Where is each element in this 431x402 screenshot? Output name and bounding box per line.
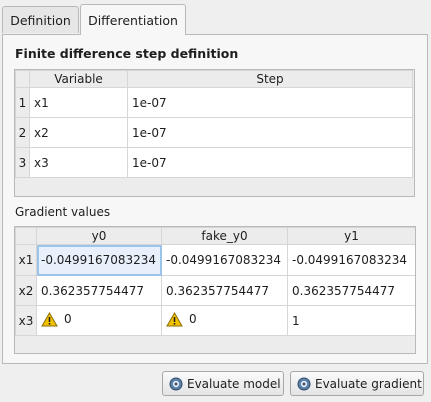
gradient-cell[interactable]: 0.362357754477: [161, 275, 288, 306]
row-header[interactable]: x3: [15, 305, 37, 336]
variable-cell[interactable]: x1: [29, 87, 128, 118]
tab-differentiation[interactable]: Differentiation: [80, 4, 186, 35]
column-header-y1[interactable]: y1: [287, 227, 415, 245]
evaluate-icon: [297, 377, 311, 390]
gradient-cell[interactable]: 1: [287, 305, 415, 336]
warning-icon: [166, 311, 183, 326]
variable-cell[interactable]: x2: [29, 117, 128, 148]
row-header[interactable]: x1: [15, 244, 37, 276]
row-header[interactable]: 3: [15, 147, 30, 178]
differentiation-panel: Finite difference step definition Variab…: [2, 34, 428, 364]
evaluate-icon: [169, 377, 183, 390]
row-header[interactable]: 2: [15, 117, 30, 148]
gradient-cell[interactable]: 0: [36, 305, 162, 336]
gradient-value: 0: [189, 312, 197, 326]
step-cell[interactable]: 1e-07: [127, 147, 413, 178]
step-cell[interactable]: 1e-07: [127, 87, 413, 118]
variable-cell[interactable]: x3: [29, 147, 128, 178]
row-header[interactable]: 1: [15, 87, 30, 118]
gradient-cell[interactable]: 0: [161, 305, 288, 336]
evaluate-model-label: Evaluate model: [187, 376, 281, 391]
gradient-cell[interactable]: 0.362357754477: [36, 275, 162, 306]
tab-definition[interactable]: Definition: [2, 6, 79, 33]
step-cell[interactable]: 1e-07: [127, 117, 413, 148]
gradient-table: y0 fake_y0 y1 x1 -0.0499167083234 -0.049…: [14, 226, 416, 354]
column-header-step[interactable]: Step: [127, 70, 413, 88]
step-table: Variable Step 1 x1 1e-07 2 x2 1e-07 3 x3…: [14, 69, 415, 197]
corner-header: [15, 70, 30, 88]
row-header[interactable]: x2: [15, 275, 37, 306]
corner-header: [15, 227, 37, 245]
evaluate-gradient-button[interactable]: Evaluate gradient: [290, 371, 424, 396]
gradient-cell[interactable]: -0.0499167083234: [161, 244, 288, 276]
evaluate-model-button[interactable]: Evaluate model: [162, 371, 284, 396]
gradient-cell[interactable]: 0.362357754477: [287, 275, 415, 306]
step-section-title: Finite difference step definition: [15, 46, 239, 61]
warning-icon: [41, 311, 58, 326]
column-header-variable[interactable]: Variable: [29, 70, 128, 88]
gradient-section-title: Gradient values: [15, 205, 111, 219]
gradient-cell[interactable]: -0.0499167083234: [287, 244, 415, 276]
column-header-fake-y0[interactable]: fake_y0: [161, 227, 288, 245]
gradient-value: 0: [64, 312, 72, 326]
gradient-cell[interactable]: -0.0499167083234: [36, 244, 162, 276]
evaluate-gradient-label: Evaluate gradient: [315, 376, 422, 391]
column-header-y0[interactable]: y0: [36, 227, 162, 245]
